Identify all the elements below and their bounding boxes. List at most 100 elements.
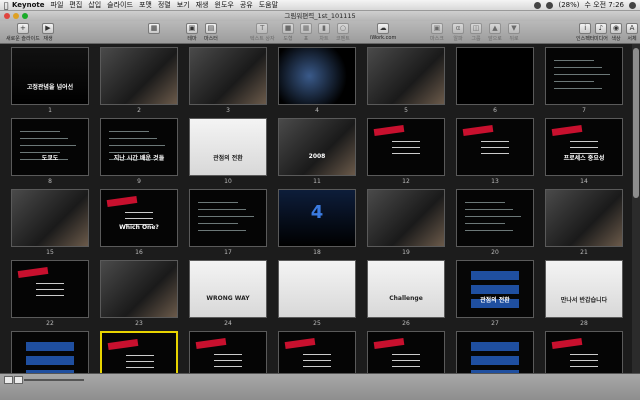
app-menu[interactable]: Keynote bbox=[12, 1, 45, 9]
send-back-button[interactable]: ▼ 뒤로 bbox=[508, 23, 520, 42]
menu-arrange[interactable]: 정렬 bbox=[158, 0, 171, 10]
new-slide-button[interactable]: + 새로운 슬라이드 bbox=[6, 23, 40, 42]
chalk-line-shape bbox=[198, 223, 238, 224]
slide-thumbnail[interactable] bbox=[100, 47, 178, 105]
menu-share[interactable]: 공유 bbox=[240, 0, 253, 10]
textbox-button[interactable]: T 텍스트 상자 bbox=[250, 23, 275, 42]
slide-thumbnail[interactable] bbox=[545, 331, 623, 373]
iwork-icon: ☁ bbox=[377, 23, 390, 34]
slide-thumbnail[interactable] bbox=[189, 331, 267, 373]
menu-insert[interactable]: 삽입 bbox=[88, 0, 101, 10]
menu-slide[interactable]: 슬라이드 bbox=[107, 0, 133, 10]
slide-thumbnail[interactable] bbox=[456, 331, 534, 373]
slide-thumbnail[interactable]: 도쿄도 bbox=[11, 118, 89, 176]
chart-button[interactable]: ▮ 차트 bbox=[318, 23, 330, 42]
theme-button[interactable]: ▣ 테마 bbox=[186, 23, 198, 42]
text-line-shape bbox=[570, 360, 598, 361]
spotlight-icon[interactable] bbox=[629, 1, 636, 9]
slide-thumbnail[interactable] bbox=[278, 260, 356, 318]
zoom-icon[interactable] bbox=[14, 376, 23, 384]
slide-thumbnail[interactable] bbox=[367, 331, 445, 373]
slide-thumbnail[interactable]: Challenge bbox=[367, 260, 445, 318]
slide-thumbnail[interactable]: 고정관념을 넘어선 bbox=[11, 47, 89, 105]
slide-thumbnail[interactable] bbox=[11, 260, 89, 318]
volume-icon[interactable] bbox=[546, 1, 554, 9]
menu-help[interactable]: 도움말 bbox=[259, 0, 278, 10]
slide-thumbnail[interactable]: 관점의 전환 bbox=[456, 260, 534, 318]
sidebar-toggle-icon[interactable] bbox=[4, 376, 13, 384]
zoom-window-icon[interactable] bbox=[22, 13, 28, 19]
slide-thumbnail[interactable] bbox=[456, 189, 534, 247]
plus-icon: + bbox=[16, 23, 29, 34]
inspector-button[interactable]: i 인스펙터 bbox=[576, 23, 594, 42]
apple-menu-icon[interactable]:  bbox=[0, 1, 12, 10]
slide-thumbnail[interactable] bbox=[367, 118, 445, 176]
text-line-shape bbox=[392, 354, 420, 355]
slide-thumbnail[interactable] bbox=[11, 189, 89, 247]
chalk-line-shape bbox=[109, 138, 157, 139]
thumbnail-size-slider[interactable] bbox=[24, 379, 84, 381]
slide-thumbnail[interactable] bbox=[456, 47, 534, 105]
battery-status[interactable]: (28%) bbox=[558, 1, 579, 9]
slide-thumbnail[interactable] bbox=[367, 189, 445, 247]
menu-view[interactable]: 보기 bbox=[177, 0, 190, 10]
menu-format[interactable]: 포맷 bbox=[139, 0, 152, 10]
red-label-shape bbox=[106, 195, 138, 208]
mask-button[interactable]: ▣ 마스크 bbox=[430, 23, 444, 42]
slide-number: 25 bbox=[313, 320, 321, 327]
text-line-shape bbox=[570, 141, 598, 142]
slide-sorter-grid: 고정관념을 넘어선 1 2 3 4 5 6 7 도쿄도 8 지난 시간 배운 것들 9 관점의 전환 10… bbox=[0, 44, 632, 373]
menu-file[interactable]: 파일 bbox=[51, 0, 64, 10]
master-button[interactable]: ▤ 마스터 bbox=[204, 23, 218, 42]
slide-thumbnail-text: WRONG WAY bbox=[206, 295, 250, 302]
slide-thumbnail[interactable] bbox=[100, 260, 178, 318]
group-button[interactable]: ◫ 그룹 bbox=[470, 23, 482, 42]
wifi-icon[interactable] bbox=[534, 1, 542, 9]
slide-thumbnail[interactable] bbox=[278, 331, 356, 373]
menu-clock[interactable]: 수 오전 7:26 bbox=[585, 0, 625, 10]
colors-button[interactable]: ◉ 색상 bbox=[610, 23, 622, 42]
scrollbar-thumb[interactable] bbox=[633, 48, 639, 198]
window-titlebar: 그림워편력_1st_101115 bbox=[0, 11, 640, 21]
slide-thumbnail[interactable] bbox=[278, 47, 356, 105]
slide-number: 11 bbox=[313, 178, 321, 185]
menu-play[interactable]: 재생 bbox=[196, 0, 209, 10]
comment-button[interactable]: ○ 코멘트 bbox=[336, 23, 350, 42]
slide-thumbnail-text: Which One? bbox=[119, 224, 159, 231]
bring-front-button[interactable]: ▲ 앞으로 bbox=[488, 23, 502, 42]
view-button[interactable]: ▦ bbox=[148, 23, 160, 35]
blue-bar-shape bbox=[471, 342, 519, 351]
slide-thumbnail[interactable] bbox=[189, 47, 267, 105]
media-button[interactable]: ♪ 미디어 bbox=[594, 23, 608, 42]
slide-thumbnail[interactable]: Which One? bbox=[100, 189, 178, 247]
menu-edit[interactable]: 편집 bbox=[69, 0, 82, 10]
slide-thumbnail[interactable]: 2008 bbox=[278, 118, 356, 176]
menu-window[interactable]: 윈도우 bbox=[215, 0, 234, 10]
status-bar bbox=[0, 373, 640, 400]
slide-thumbnail[interactable]: 만나서 반갑습니다 bbox=[545, 260, 623, 318]
slide-thumbnail[interactable]: 4 bbox=[278, 189, 356, 247]
slide-thumbnail[interactable]: WRONG WAY bbox=[189, 260, 267, 318]
slide-thumbnail[interactable] bbox=[100, 331, 178, 373]
slide-thumbnail[interactable] bbox=[189, 189, 267, 247]
slide-thumbnail[interactable] bbox=[11, 331, 89, 373]
color-icon: ◉ bbox=[610, 23, 622, 34]
table-button[interactable]: ▦ 표 bbox=[300, 23, 312, 42]
shape-button[interactable]: ■ 도형 bbox=[282, 23, 294, 42]
text-line-shape bbox=[392, 366, 420, 367]
alpha-button[interactable]: α 알파 bbox=[452, 23, 464, 42]
slide-thumbnail[interactable]: 프로세스 중요성 bbox=[545, 118, 623, 176]
slide-thumbnail[interactable] bbox=[367, 47, 445, 105]
slide-thumbnail[interactable] bbox=[545, 189, 623, 247]
play-button[interactable]: ▶ 재생 bbox=[42, 23, 54, 42]
slide-thumbnail[interactable]: 지난 시간 배운 것들 bbox=[100, 118, 178, 176]
fonts-button[interactable]: A 서체 bbox=[626, 23, 638, 42]
alpha-icon: α bbox=[452, 23, 464, 34]
slide-thumbnail[interactable] bbox=[456, 118, 534, 176]
minimize-window-icon[interactable] bbox=[13, 13, 19, 19]
vertical-scrollbar[interactable] bbox=[632, 44, 640, 373]
slide-thumbnail[interactable] bbox=[545, 47, 623, 105]
slide-thumbnail[interactable]: 관점의 전환 bbox=[189, 118, 267, 176]
iwork-button[interactable]: ☁ iWork.com bbox=[370, 23, 396, 41]
close-window-icon[interactable] bbox=[4, 13, 10, 19]
